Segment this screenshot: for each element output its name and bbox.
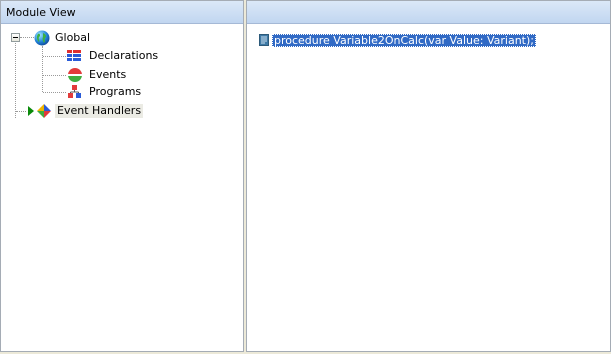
module-tree: Global Declarations Events Programs Even… [1, 24, 243, 351]
tree-item-events[interactable]: Events [67, 67, 128, 83]
code-panel-header [247, 1, 610, 24]
tree-connector [15, 41, 16, 118]
tree-item-label: Events [89, 68, 127, 81]
tree-connector [20, 37, 34, 38]
code-panel: procedure Variable2OnCalc(var Value: Var… [246, 0, 611, 352]
event-handlers-icon [37, 104, 51, 118]
tree-connector [42, 46, 43, 92]
globe-icon [34, 30, 50, 46]
expand-arrow-icon[interactable] [28, 106, 34, 116]
tree-item-label: Global [55, 31, 91, 44]
tree-item-programs[interactable]: Programs [67, 84, 143, 100]
tree-connector [43, 92, 66, 93]
tree-item-global[interactable]: Global [34, 30, 92, 46]
tree-connector [43, 75, 66, 76]
tree-item-event-handlers[interactable]: Event Handlers [37, 103, 144, 119]
programs-icon [68, 85, 81, 98]
tree-item-label: Declarations [89, 49, 159, 62]
module-view-panel: Module View Global Declarations Events P… [0, 0, 244, 352]
tree-item-label: Event Handlers [55, 104, 144, 118]
tree-connector [43, 56, 66, 57]
collapse-toggle[interactable] [11, 33, 20, 42]
code-line-text[interactable]: procedure Variable2OnCalc(var Value: Var… [272, 33, 536, 47]
tree-item-label: Programs [89, 85, 142, 98]
events-icon [68, 68, 82, 82]
tree-connector [16, 111, 26, 112]
module-view-header: Module View [1, 1, 243, 24]
declarations-icon [67, 50, 81, 61]
procedure-icon [259, 34, 269, 46]
tree-item-declarations[interactable]: Declarations [67, 48, 160, 64]
code-item[interactable]: procedure Variable2OnCalc(var Value: Var… [259, 33, 536, 47]
